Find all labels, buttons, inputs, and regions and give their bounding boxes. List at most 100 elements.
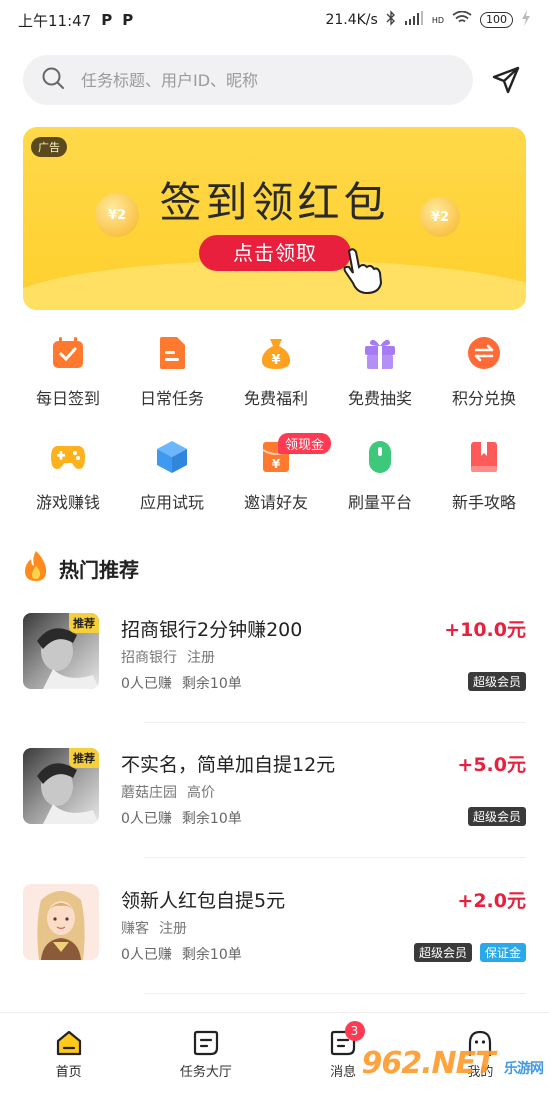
banner-claim-button[interactable]: 点击领取: [199, 235, 351, 271]
grid-item-invite-friends[interactable]: ¥ 领现金 邀请好友: [224, 433, 332, 513]
divider: [144, 993, 526, 994]
status-right: 21.4K/s HD 100: [325, 10, 531, 30]
nav-label: 任务大厅: [179, 1065, 232, 1080]
task-stats: 0人已赚 剩余10单: [121, 944, 252, 964]
svg-text:¥: ¥: [272, 457, 281, 471]
task-type: 高价: [187, 785, 215, 801]
nav-label: 消息: [330, 1065, 357, 1080]
promo-banner[interactable]: 广告 ¥2 ¥2 签到领红包 点击领取: [23, 127, 526, 310]
search-bar[interactable]: [23, 55, 473, 105]
grid-item-free-benefits[interactable]: ¥ 免费福利: [224, 335, 328, 409]
task-card[interactable]: 推荐 招商银行2分钟赚200 +10.0元 招商银行 注册 0人已赚 剩余10单 超…: [23, 613, 526, 723]
site-watermark: 962.NET 乐游网: [361, 1046, 544, 1081]
deposit-guarantee-tag: 保证金: [479, 943, 526, 962]
cash-reward-badge: 领现金: [278, 433, 332, 454]
task-tags: 超级会员: [467, 672, 526, 691]
task-card[interactable]: 推荐 不实名，简单加自提12元 +5.0元 蘑菇庄园 高价 0人已赚 剩余10单 超…: [23, 748, 526, 858]
recommend-tag: 推荐: [69, 748, 99, 768]
signal-icon: [404, 11, 424, 29]
search-icon: [41, 66, 65, 94]
task-thumbnail: 推荐: [23, 613, 99, 689]
task-reward: +5.0元: [457, 754, 526, 776]
task-remaining: 剩余10单: [181, 676, 242, 692]
divider: [144, 857, 526, 858]
grid-item-beginner-guide[interactable]: 新手攻略: [432, 439, 536, 513]
task-type: 注册: [187, 650, 215, 666]
grid-label: 邀请好友: [243, 493, 308, 512]
feature-grid: 每日签到 日常任务 ¥ 免费福利 免费抽奖 积分兑换 游戏赚钱 应用试玩 ¥ 领…: [16, 335, 536, 513]
divider: [144, 722, 526, 723]
charging-icon: [521, 10, 531, 30]
task-reward: +2.0元: [457, 890, 526, 912]
task-card[interactable]: 领新人红包自提5元 +2.0元 赚客 注册 0人已赚 剩余10单 超级会员 保证金: [23, 884, 526, 994]
task-stats: 0人已赚 剩余10单: [121, 808, 252, 828]
pointing-hand-icon: [341, 247, 385, 299]
task-title: 领新人红包自提5元: [121, 890, 286, 912]
super-member-tag: 超级会员: [467, 807, 526, 826]
watermark-text: 962.NET: [361, 1046, 495, 1081]
document-icon: [154, 335, 190, 371]
exchange-icon: [466, 335, 502, 371]
task-meta: 招商银行 注册: [121, 647, 225, 667]
cube-icon: [154, 439, 190, 475]
recommend-tag: 推荐: [69, 613, 99, 633]
bluetooth-icon: [386, 10, 396, 30]
task-earned-count: 0人已赚: [121, 676, 172, 692]
task-meta: 赚客 注册: [121, 918, 197, 938]
grid-label: 刷量平台: [347, 493, 412, 512]
grid-item-app-trial[interactable]: 应用试玩: [120, 439, 224, 513]
nav-task-hall[interactable]: 任务大厅: [137, 1013, 274, 1097]
task-stats: 0人已赚 剩余10单: [121, 673, 252, 693]
parking-notification-icon: P: [101, 11, 113, 29]
nav-label: 首页: [55, 1065, 82, 1080]
send-button[interactable]: [489, 63, 523, 97]
section-header-hot: 热门推荐: [23, 550, 139, 586]
flame-icon: [23, 550, 49, 586]
grid-item-daily-tasks[interactable]: 日常任务: [120, 335, 224, 409]
task-remaining: 剩余10单: [181, 947, 242, 963]
grid-label: 每日签到: [35, 389, 100, 408]
wifi-icon: [452, 10, 472, 29]
section-title: 热门推荐: [59, 557, 139, 582]
task-tags: 超级会员 保证金: [413, 943, 526, 962]
battery-indicator: 100: [480, 12, 513, 28]
task-meta: 蘑菇庄园 高价: [121, 782, 225, 802]
task-thumbnail: [23, 884, 99, 960]
ad-label: 广告: [31, 137, 67, 157]
grid-label: 新手攻略: [451, 493, 516, 512]
grid-label: 免费抽奖: [347, 389, 412, 408]
home-icon: [56, 1030, 81, 1056]
gamepad-icon: [50, 439, 86, 475]
super-member-tag: 超级会员: [467, 672, 526, 691]
status-bar: 上午11:47 P P 21.4K/s HD 100: [0, 0, 549, 40]
network-type: HD: [431, 15, 444, 25]
grid-label: 游戏赚钱: [35, 493, 100, 512]
status-time: 上午11:47: [18, 11, 92, 30]
banner-title: 签到领红包: [159, 178, 390, 227]
grid-item-traffic-platform[interactable]: 刷量平台: [328, 439, 432, 513]
search-input[interactable]: [81, 70, 411, 90]
task-publisher: 蘑菇庄园: [121, 785, 177, 801]
calendar-check-icon: [50, 335, 86, 371]
money-bag-icon: ¥: [258, 335, 294, 371]
book-icon: [466, 439, 502, 475]
grid-item-game-earn[interactable]: 游戏赚钱: [16, 439, 120, 513]
grid-item-daily-checkin[interactable]: 每日签到: [16, 335, 120, 409]
grid-item-free-lottery[interactable]: 免费抽奖: [328, 335, 432, 409]
unread-message-badge: 3: [344, 1021, 365, 1041]
network-speed: 21.4K/s: [325, 12, 378, 28]
grid-label: 应用试玩: [139, 493, 204, 512]
task-tags: 超级会员: [467, 807, 526, 826]
mouse-icon: [362, 439, 398, 475]
nav-home[interactable]: 首页: [0, 1013, 137, 1097]
parking-notification-icon: P: [122, 11, 134, 29]
grid-item-points-exchange[interactable]: 积分兑换: [432, 335, 536, 409]
send-icon: [492, 66, 520, 94]
task-publisher: 赚客: [121, 921, 149, 937]
super-member-tag: 超级会员: [413, 943, 472, 962]
grid-label: 积分兑换: [451, 389, 516, 408]
grid-label: 日常任务: [139, 389, 204, 408]
task-publisher: 招商银行: [121, 650, 177, 666]
search-row: [23, 54, 526, 106]
task-hall-icon: [193, 1030, 218, 1056]
